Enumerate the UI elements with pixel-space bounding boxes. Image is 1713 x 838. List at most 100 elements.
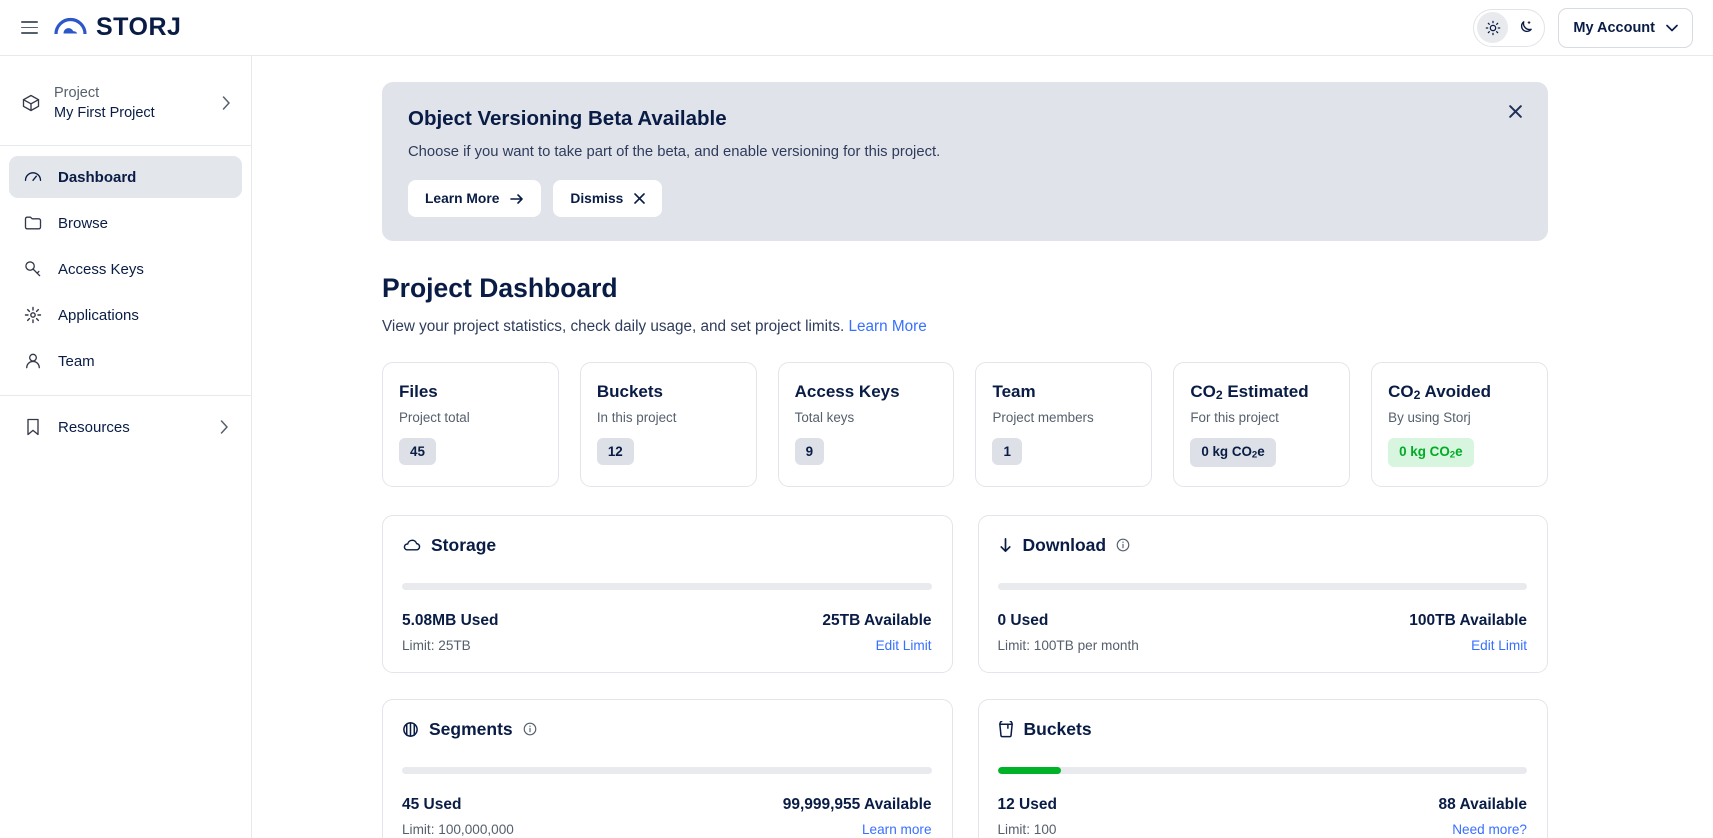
main-content: Object Versioning Beta Available Choose …: [252, 56, 1713, 838]
usage-used: 45 Used: [402, 796, 461, 814]
stat-subtitle: For this project: [1190, 410, 1331, 425]
sidebar: Project My First Project Dashboard: [0, 56, 252, 838]
sidebar-item-label: Applications: [58, 307, 139, 324]
sidebar-project-selector[interactable]: Project My First Project: [9, 74, 242, 132]
stat-subtitle: In this project: [597, 410, 738, 425]
usage-limit: Limit: 100: [998, 822, 1057, 837]
sidebar-item-label: Team: [58, 353, 95, 370]
key-icon: [22, 259, 43, 279]
banner-title: Object Versioning Beta Available: [408, 107, 1522, 131]
moon-icon[interactable]: [1510, 12, 1541, 43]
page-body: Project My First Project Dashboard: [0, 56, 1713, 838]
page-subtitle: View your project statistics, check dail…: [382, 318, 1548, 336]
usage-limit: Limit: 100,000,000: [402, 822, 514, 837]
gauge-icon: [22, 167, 43, 187]
usage-card-download: Download 0 Used 100TB: [978, 515, 1549, 673]
stat-card-access-keys: Access Keys Total keys 9: [778, 362, 955, 487]
sun-icon[interactable]: [1477, 12, 1508, 43]
arrow-right-icon: [510, 193, 524, 205]
usage-card-title: Storage: [431, 535, 496, 556]
info-icon[interactable]: [1116, 538, 1130, 552]
sidebar-item-browse[interactable]: Browse: [9, 202, 242, 244]
usage-progress-fill: [998, 767, 1062, 774]
sidebar-item-dashboard[interactable]: Dashboard: [9, 156, 242, 198]
top-bar-actions: My Account: [1473, 8, 1693, 48]
stat-card-co2-avoided: CO2 Avoided By using Storj 0 kg CO2e: [1371, 362, 1548, 487]
usage-card-title: Buckets: [1024, 719, 1092, 740]
info-icon[interactable]: [523, 722, 537, 736]
usage-limit: Limit: 100TB per month: [998, 638, 1139, 653]
banner-close-button[interactable]: [1505, 100, 1526, 125]
sidebar-project-label: Project: [54, 84, 155, 102]
chevron-right-icon: [222, 96, 231, 110]
usage-row-bottom: Segments 45 Used 99,99: [382, 699, 1548, 838]
versioning-beta-banner: Object Versioning Beta Available Choose …: [382, 82, 1548, 241]
stat-value: 0 kg CO2e: [1190, 438, 1275, 467]
page-subtitle-text: View your project statistics, check dail…: [382, 318, 844, 335]
stat-value: 9: [795, 438, 824, 465]
stat-card-buckets: Buckets In this project 12: [580, 362, 757, 487]
sparkle-icon: [22, 305, 43, 325]
usage-used: 12 Used: [998, 796, 1057, 814]
hamburger-icon[interactable]: [14, 13, 44, 43]
stat-value: 45: [399, 438, 436, 465]
stat-card-row: Files Project total 45 Buckets In this p…: [382, 362, 1548, 487]
bookmark-icon: [22, 417, 43, 437]
stat-title: CO2 Avoided: [1388, 382, 1529, 402]
usage-card-title: Segments: [429, 719, 513, 740]
dismiss-button[interactable]: Dismiss: [553, 180, 662, 217]
sidebar-item-applications[interactable]: Applications: [9, 294, 242, 336]
brand-name: STORJ: [96, 13, 181, 42]
folder-icon: [22, 213, 43, 233]
usage-card-storage: Storage 5.08MB Used 25TB Available Limit…: [382, 515, 953, 673]
app-root: STORJ My Account: [0, 0, 1713, 838]
usage-progress-bar: [998, 767, 1528, 774]
stat-title: Files: [399, 382, 540, 402]
stat-card-co2-estimated: CO2 Estimated For this project 0 kg CO2e: [1173, 362, 1350, 487]
usage-action-link[interactable]: Edit Limit: [1471, 638, 1527, 653]
sidebar-divider-top: [0, 145, 251, 146]
usage-progress-bar: [402, 767, 932, 774]
stat-card-team: Team Project members 1: [975, 362, 1152, 487]
sidebar-item-label: Dashboard: [58, 169, 136, 186]
usage-action-link[interactable]: Need more?: [1452, 822, 1527, 837]
theme-toggle: [1473, 9, 1545, 47]
banner-actions: Learn More Dismiss: [408, 180, 1522, 217]
my-account-button[interactable]: My Account: [1558, 8, 1693, 48]
learn-more-label: Learn More: [425, 191, 499, 206]
sidebar-item-label: Resources: [58, 419, 130, 436]
stat-value: 0 kg CO2e: [1388, 438, 1473, 467]
sidebar-item-access-keys[interactable]: Access Keys: [9, 248, 242, 290]
chevron-right-icon: [220, 420, 229, 434]
page-title: Project Dashboard: [382, 273, 1548, 304]
usage-progress-bar: [402, 583, 932, 590]
usage-action-link[interactable]: Edit Limit: [876, 638, 932, 653]
stat-subtitle: Project members: [992, 410, 1133, 425]
usage-card-buckets: Buckets 12 Used 88 Available Limit: 100 …: [978, 699, 1549, 838]
arrow-down-icon: [998, 537, 1013, 554]
stat-value: 12: [597, 438, 634, 465]
stat-subtitle: Total keys: [795, 410, 936, 425]
stat-subtitle: By using Storj: [1388, 410, 1529, 425]
sidebar-item-team[interactable]: Team: [9, 340, 242, 382]
box-icon: [20, 93, 41, 113]
stat-card-files: Files Project total 45: [382, 362, 559, 487]
my-account-label: My Account: [1573, 20, 1655, 36]
storj-cloud-logo: [54, 12, 87, 43]
learn-more-button[interactable]: Learn More: [408, 180, 541, 217]
page-subtitle-link[interactable]: Learn More: [848, 318, 926, 335]
top-bar: STORJ My Account: [0, 0, 1713, 56]
sidebar-item-label: Access Keys: [58, 261, 144, 278]
usage-limit: Limit: 25TB: [402, 638, 471, 653]
stat-value: 1: [992, 438, 1021, 465]
usage-used: 5.08MB Used: [402, 612, 498, 630]
stat-title: Team: [992, 382, 1133, 402]
brand[interactable]: STORJ: [54, 12, 181, 43]
user-icon: [22, 351, 43, 371]
sidebar-project-name: My First Project: [54, 104, 155, 122]
usage-action-link[interactable]: Learn more: [862, 822, 932, 837]
sidebar-item-resources[interactable]: Resources: [9, 406, 242, 448]
chevron-down-icon: [1666, 24, 1678, 32]
usage-available: 25TB Available: [822, 612, 931, 630]
segments-icon: [402, 721, 419, 738]
